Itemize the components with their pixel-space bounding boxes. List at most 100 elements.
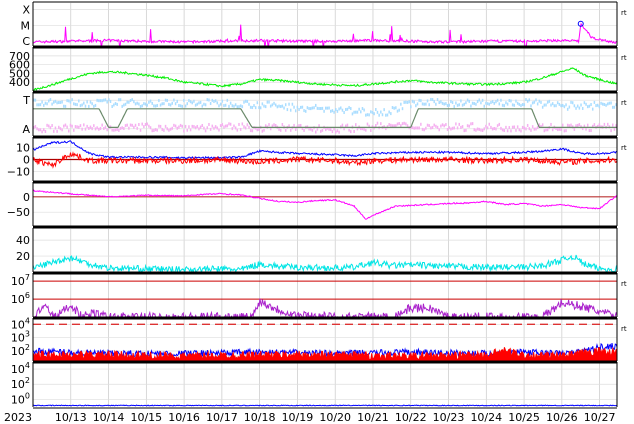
data-point bbox=[520, 129, 522, 133]
data-point bbox=[411, 99, 414, 103]
data-point bbox=[181, 104, 184, 108]
data-point bbox=[465, 101, 467, 105]
data-point bbox=[204, 103, 207, 107]
data-point bbox=[228, 104, 230, 108]
data-point bbox=[106, 128, 108, 132]
data-point bbox=[471, 122, 474, 126]
data-point bbox=[256, 128, 259, 132]
data-point bbox=[371, 110, 374, 114]
data-point bbox=[263, 128, 265, 132]
data-point bbox=[361, 107, 364, 111]
data-point bbox=[156, 103, 158, 107]
data-point bbox=[363, 127, 365, 131]
data-point bbox=[49, 98, 52, 102]
data-point bbox=[201, 123, 204, 127]
data-point bbox=[335, 130, 337, 134]
data-point bbox=[101, 99, 103, 103]
data-point bbox=[171, 101, 173, 105]
data-point bbox=[231, 104, 234, 108]
data-point bbox=[605, 103, 607, 107]
data-point bbox=[153, 129, 155, 133]
data-point bbox=[83, 123, 85, 127]
data-point bbox=[390, 123, 392, 127]
data-point bbox=[88, 126, 90, 130]
data-point bbox=[189, 128, 192, 132]
data-point bbox=[189, 100, 192, 104]
data-point bbox=[43, 128, 45, 132]
data-point bbox=[360, 110, 362, 114]
data-point bbox=[520, 104, 522, 108]
data-point bbox=[261, 102, 264, 106]
data-point bbox=[516, 125, 519, 129]
data-point bbox=[221, 99, 224, 103]
data-point bbox=[348, 128, 350, 132]
year-label: 2023 bbox=[4, 411, 32, 424]
data-point bbox=[253, 104, 255, 108]
data-point bbox=[561, 123, 564, 127]
data-point bbox=[325, 106, 327, 110]
data-point bbox=[233, 124, 235, 128]
data-point bbox=[188, 125, 190, 129]
data-point bbox=[44, 101, 47, 105]
data-point bbox=[278, 127, 280, 131]
data-point bbox=[154, 128, 157, 132]
data-point bbox=[51, 102, 53, 106]
data-point bbox=[456, 126, 459, 130]
data-point bbox=[268, 100, 270, 104]
data-point bbox=[144, 122, 147, 126]
data-point bbox=[443, 102, 445, 106]
data-point bbox=[448, 126, 450, 130]
data-point bbox=[218, 104, 220, 108]
data-point bbox=[588, 104, 591, 108]
data-point bbox=[208, 98, 210, 102]
data-point bbox=[216, 126, 219, 130]
x-tick-label: 10/14 bbox=[93, 411, 125, 424]
data-point bbox=[478, 127, 481, 131]
data-point bbox=[58, 101, 60, 105]
data-point bbox=[598, 105, 601, 109]
data-point bbox=[576, 104, 579, 108]
data-point bbox=[41, 100, 43, 104]
data-point bbox=[311, 128, 314, 132]
data-point bbox=[428, 103, 430, 107]
data-point bbox=[346, 123, 349, 127]
data-point bbox=[299, 105, 302, 109]
data-point bbox=[586, 105, 589, 109]
data-point bbox=[184, 124, 187, 128]
data-point bbox=[193, 125, 195, 129]
data-point bbox=[581, 106, 584, 110]
data-point bbox=[550, 103, 552, 107]
data-point bbox=[578, 106, 581, 110]
data-point bbox=[226, 98, 229, 102]
data-point bbox=[118, 98, 120, 102]
data-point bbox=[199, 125, 202, 129]
data-point bbox=[149, 126, 152, 130]
realtime-marker: rt bbox=[621, 99, 627, 107]
data-point bbox=[134, 102, 137, 106]
data-point bbox=[316, 127, 319, 131]
data-point bbox=[306, 106, 309, 110]
data-point bbox=[588, 129, 591, 133]
data-point bbox=[304, 109, 307, 113]
data-point bbox=[96, 98, 98, 102]
data-point bbox=[565, 129, 567, 133]
data-point bbox=[485, 101, 487, 105]
data-point bbox=[423, 128, 425, 132]
data-point bbox=[516, 101, 519, 105]
data-point bbox=[156, 128, 158, 132]
y-tick-label: 102 bbox=[11, 376, 30, 391]
data-point bbox=[206, 98, 209, 102]
data-point bbox=[460, 99, 462, 103]
data-point bbox=[204, 129, 207, 133]
data-point bbox=[433, 123, 435, 127]
data-point bbox=[435, 124, 437, 128]
data-point bbox=[521, 125, 524, 129]
data-point bbox=[113, 128, 115, 132]
data-point bbox=[183, 129, 185, 133]
data-point bbox=[168, 102, 170, 106]
data-point bbox=[299, 123, 302, 127]
data-point bbox=[593, 100, 596, 104]
data-point bbox=[326, 106, 329, 110]
data-point bbox=[421, 127, 424, 131]
data-point bbox=[563, 129, 566, 133]
